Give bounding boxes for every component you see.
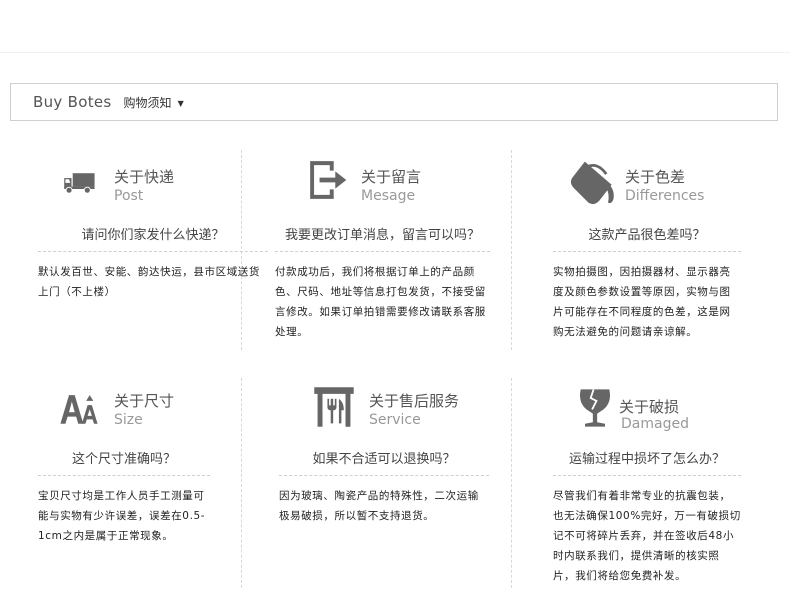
card-subtitle: Damaged bbox=[621, 416, 689, 432]
section-header: Buy Botes 购物须知 ▼ bbox=[10, 83, 778, 121]
card-answer: 实物拍摄图，因拍摄器材、显示器亮度及颜色参数设置等原因，实物与图片可能存在不同程… bbox=[553, 266, 731, 338]
card-answer: 尽管我们有着非常专业的抗震包装，也无法确保100%完好，万一有破损切记不可将碎片… bbox=[553, 490, 741, 582]
restaurant-service-icon bbox=[314, 387, 354, 427]
card-answer: 因为玻璃、陶瓷产品的特殊性，二次运输极易破损，所以暂不支持退货。 bbox=[279, 490, 479, 522]
card-title: 关于售后服务 bbox=[369, 392, 460, 410]
card-title: 关于破损 bbox=[619, 398, 680, 416]
caret-down-icon: ▼ bbox=[177, 99, 184, 108]
card-title: 关于留言 bbox=[361, 168, 422, 186]
card-message: 关于留言 Mesage 我要更改订单消息，留言可以吗？ 付款成功后，我们将根据订… bbox=[275, 158, 490, 342]
card-subtitle: Size bbox=[114, 412, 143, 428]
card-subtitle: Service bbox=[369, 412, 421, 428]
card-damaged: 关于破损 Damaged 运输过程中损坏了怎么办？ 尽管我们有着非常专业的抗震包… bbox=[553, 382, 741, 586]
header-title-en: Buy Botes bbox=[33, 93, 112, 111]
card-answer: 宝贝尺寸均是工作人员手工测量可能与实物有少许误差，误差在0.5-1cm之内是属于… bbox=[38, 490, 206, 542]
card-subtitle: Mesage bbox=[361, 188, 416, 204]
card-question: 我要更改订单消息，留言可以吗？ bbox=[275, 224, 490, 252]
truck-icon bbox=[64, 173, 95, 194]
card-question: 这个尺寸准确吗？ bbox=[38, 448, 210, 476]
card-post: 关于快递 Post 请问你们家发什么快递？ 默认发百世、安能、韵达快运，县市区域… bbox=[38, 158, 268, 302]
card-title: 关于色差 bbox=[625, 168, 686, 186]
card-question: 这款产品很色差吗？ bbox=[553, 224, 741, 252]
card-subtitle: Differences bbox=[625, 188, 705, 204]
card-title: 关于快递 bbox=[114, 168, 175, 186]
card-answer: 默认发百世、安能、韵达快运，县市区域送货上门（不上楼） bbox=[38, 266, 260, 298]
card-answer: 付款成功后，我们将根据订单上的产品颜色、尺码、地址等信息打包发货，不接受留言修改… bbox=[275, 266, 486, 338]
card-service: 关于售后服务 Service 如果不合适可以退换吗？ 因为玻璃、陶瓷产品的特殊性… bbox=[279, 382, 489, 526]
card-question: 请问你们家发什么快递？ bbox=[38, 224, 268, 252]
paint-bucket-icon bbox=[570, 161, 614, 205]
top-band bbox=[0, 0, 790, 53]
header-title-cn: 购物须知 bbox=[123, 95, 172, 110]
card-question: 如果不合适可以退换吗？ bbox=[279, 448, 489, 476]
card-size: 关于尺寸 Size 这个尺寸准确吗？ 宝贝尺寸均是工作人员手工测量可能与实物有少… bbox=[38, 382, 210, 546]
card-question: 运输过程中损坏了怎么办？ bbox=[553, 448, 741, 476]
broken-glass-icon bbox=[580, 389, 610, 427]
card-subtitle: Post bbox=[114, 188, 144, 204]
divider bbox=[511, 150, 512, 350]
card-differences: 关于色差 Differences 这款产品很色差吗？ 实物拍摄图，因拍摄器材、显… bbox=[553, 158, 741, 342]
exit-arrow-icon bbox=[310, 161, 347, 199]
card-title: 关于尺寸 bbox=[114, 392, 175, 410]
divider bbox=[241, 378, 242, 588]
font-size-icon bbox=[60, 395, 98, 424]
divider bbox=[511, 378, 512, 588]
